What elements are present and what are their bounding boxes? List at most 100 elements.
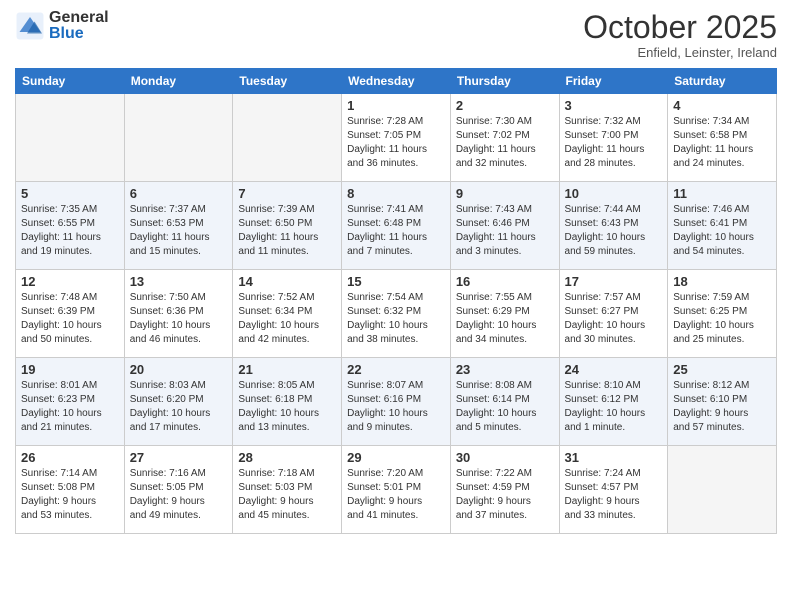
day-info: Sunrise: 8:03 AMSunset: 6:20 PMDaylight:… bbox=[130, 379, 228, 435]
table-row: 22 Sunrise: 8:07 AMSunset: 6:16 PMDayligh… bbox=[342, 358, 451, 446]
table-row: 1Sunrise: 7:28 AMSunset: 7:05 PMDaylight… bbox=[342, 94, 451, 182]
day-info: Sunrise: 8:10 AMSunset: 6:12 PMDaylight:… bbox=[565, 379, 663, 435]
day-info: Sunrise: 7:37 AMSunset: 6:53 PMDaylight:… bbox=[130, 203, 228, 259]
table-row: 24 Sunrise: 8:10 AMSunset: 6:12 PMDayligh… bbox=[559, 358, 668, 446]
day-number: 1 bbox=[347, 98, 445, 113]
day-info: Sunrise: 7:48 AMSunset: 6:39 PMDaylight:… bbox=[21, 291, 119, 347]
table-row: 31Sunrise: 7:24 AMSunset: 4:57 PMDayligh… bbox=[559, 446, 668, 534]
table-row: 17 Sunrise: 7:57 AMSunset: 6:27 PMDayligh… bbox=[559, 270, 668, 358]
table-row: 16Sunrise: 7:55 AMSunset: 6:29 PMDayligh… bbox=[450, 270, 559, 358]
day-info: Sunrise: 7:59 AMSunset: 6:25 PMDaylight:… bbox=[673, 291, 771, 347]
day-number: 19 bbox=[21, 362, 119, 377]
header-thursday: Thursday bbox=[450, 69, 559, 94]
table-row bbox=[233, 94, 342, 182]
location: Enfield, Leinster, Ireland bbox=[583, 45, 777, 60]
day-number: 24 bbox=[565, 362, 663, 377]
logo: General Blue bbox=[15, 10, 109, 42]
table-row: 30Sunrise: 7:22 AMSunset: 4:59 PMDayligh… bbox=[450, 446, 559, 534]
day-number: 2 bbox=[456, 98, 554, 113]
table-row bbox=[16, 94, 125, 182]
table-row: 8 Sunrise: 7:41 AMSunset: 6:48 PMDaylight… bbox=[342, 182, 451, 270]
day-info: Sunrise: 8:12 AMSunset: 6:10 PMDaylight:… bbox=[673, 379, 771, 435]
header-tuesday: Tuesday bbox=[233, 69, 342, 94]
day-number: 9 bbox=[456, 186, 554, 201]
day-info: Sunrise: 7:39 AMSunset: 6:50 PMDaylight:… bbox=[238, 203, 336, 259]
day-info: Sunrise: 7:55 AMSunset: 6:29 PMDaylight:… bbox=[456, 291, 554, 347]
month-title: October 2025 bbox=[583, 10, 777, 45]
header-wednesday: Wednesday bbox=[342, 69, 451, 94]
day-info: Sunrise: 7:20 AMSunset: 5:01 PMDaylight:… bbox=[347, 467, 445, 523]
day-info: Sunrise: 7:14 AMSunset: 5:08 PMDaylight:… bbox=[21, 467, 119, 523]
page: General Blue October 2025 Enfield, Leins… bbox=[0, 0, 792, 612]
day-number: 29 bbox=[347, 450, 445, 465]
table-row: 28 Sunrise: 7:18 AMSunset: 5:03 PMDayligh… bbox=[233, 446, 342, 534]
table-row: 20 Sunrise: 8:03 AMSunset: 6:20 PMDayligh… bbox=[124, 358, 233, 446]
header-friday: Friday bbox=[559, 69, 668, 94]
day-info: Sunrise: 7:54 AMSunset: 6:32 PMDaylight:… bbox=[347, 291, 445, 347]
table-row: 21Sunrise: 8:05 AMSunset: 6:18 PMDayligh… bbox=[233, 358, 342, 446]
day-number: 12 bbox=[21, 274, 119, 289]
day-info: Sunrise: 7:52 AMSunset: 6:34 PMDaylight:… bbox=[238, 291, 336, 347]
day-info: Sunrise: 7:41 AMSunset: 6:48 PMDaylight:… bbox=[347, 203, 445, 259]
day-number: 20 bbox=[130, 362, 228, 377]
calendar-week-row: 5 Sunrise: 7:35 AMSunset: 6:55 PMDaylight… bbox=[16, 182, 777, 270]
day-info: Sunrise: 7:32 AMSunset: 7:00 PMDaylight:… bbox=[565, 115, 663, 171]
day-info: Sunrise: 7:50 AMSunset: 6:36 PMDaylight:… bbox=[130, 291, 228, 347]
day-number: 25 bbox=[673, 362, 771, 377]
day-number: 10 bbox=[565, 186, 663, 201]
day-number: 4 bbox=[673, 98, 771, 113]
table-row: 27Sunrise: 7:16 AMSunset: 5:05 PMDayligh… bbox=[124, 446, 233, 534]
table-row: 26 Sunrise: 7:14 AMSunset: 5:08 PMDayligh… bbox=[16, 446, 125, 534]
day-info: Sunrise: 7:43 AMSunset: 6:46 PMDaylight:… bbox=[456, 203, 554, 259]
day-number: 11 bbox=[673, 186, 771, 201]
table-row: 2 Sunrise: 7:30 AMSunset: 7:02 PMDaylight… bbox=[450, 94, 559, 182]
table-row: 13 Sunrise: 7:50 AMSunset: 6:36 PMDayligh… bbox=[124, 270, 233, 358]
logo-general-text: General bbox=[49, 10, 109, 26]
calendar-week-row: 1Sunrise: 7:28 AMSunset: 7:05 PMDaylight… bbox=[16, 94, 777, 182]
day-number: 27 bbox=[130, 450, 228, 465]
logo-text: General Blue bbox=[49, 10, 109, 42]
header-saturday: Saturday bbox=[668, 69, 777, 94]
day-number: 17 bbox=[565, 274, 663, 289]
day-info: Sunrise: 7:57 AMSunset: 6:27 PMDaylight:… bbox=[565, 291, 663, 347]
table-row: 9 Sunrise: 7:43 AMSunset: 6:46 PMDaylight… bbox=[450, 182, 559, 270]
day-number: 3 bbox=[565, 98, 663, 113]
day-info: Sunrise: 8:05 AMSunset: 6:18 PMDaylight:… bbox=[238, 379, 336, 435]
day-info: Sunrise: 8:07 AMSunset: 6:16 PMDaylight:… bbox=[347, 379, 445, 435]
title-section: October 2025 Enfield, Leinster, Ireland bbox=[583, 10, 777, 60]
day-info: Sunrise: 8:08 AMSunset: 6:14 PMDaylight:… bbox=[456, 379, 554, 435]
calendar: Sunday Monday Tuesday Wednesday Thursday… bbox=[15, 68, 777, 534]
day-number: 5 bbox=[21, 186, 119, 201]
table-row: 14 Sunrise: 7:52 AMSunset: 6:34 PMDayligh… bbox=[233, 270, 342, 358]
day-number: 15 bbox=[347, 274, 445, 289]
day-number: 22 bbox=[347, 362, 445, 377]
header: General Blue October 2025 Enfield, Leins… bbox=[15, 10, 777, 60]
day-info: Sunrise: 7:34 AMSunset: 6:58 PMDaylight:… bbox=[673, 115, 771, 171]
table-row: 25 Sunrise: 8:12 AMSunset: 6:10 PMDayligh… bbox=[668, 358, 777, 446]
table-row bbox=[668, 446, 777, 534]
day-info: Sunrise: 8:01 AMSunset: 6:23 PMDaylight:… bbox=[21, 379, 119, 435]
day-number: 28 bbox=[238, 450, 336, 465]
table-row: 15 Sunrise: 7:54 AMSunset: 6:32 PMDayligh… bbox=[342, 270, 451, 358]
day-number: 7 bbox=[238, 186, 336, 201]
day-info: Sunrise: 7:18 AMSunset: 5:03 PMDaylight:… bbox=[238, 467, 336, 523]
table-row: 6Sunrise: 7:37 AMSunset: 6:53 PMDaylight… bbox=[124, 182, 233, 270]
day-number: 8 bbox=[347, 186, 445, 201]
calendar-header-row: Sunday Monday Tuesday Wednesday Thursday… bbox=[16, 69, 777, 94]
logo-blue-text: Blue bbox=[49, 26, 109, 42]
table-row: 18Sunrise: 7:59 AMSunset: 6:25 PMDayligh… bbox=[668, 270, 777, 358]
table-row: 11 Sunrise: 7:46 AMSunset: 6:41 PMDayligh… bbox=[668, 182, 777, 270]
day-info: Sunrise: 7:30 AMSunset: 7:02 PMDaylight:… bbox=[456, 115, 554, 171]
day-info: Sunrise: 7:44 AMSunset: 6:43 PMDaylight:… bbox=[565, 203, 663, 259]
day-info: Sunrise: 7:46 AMSunset: 6:41 PMDaylight:… bbox=[673, 203, 771, 259]
day-number: 14 bbox=[238, 274, 336, 289]
day-number: 23 bbox=[456, 362, 554, 377]
table-row: 3 Sunrise: 7:32 AMSunset: 7:00 PMDaylight… bbox=[559, 94, 668, 182]
table-row: 7 Sunrise: 7:39 AMSunset: 6:50 PMDaylight… bbox=[233, 182, 342, 270]
table-row: 19 Sunrise: 8:01 AMSunset: 6:23 PMDayligh… bbox=[16, 358, 125, 446]
day-number: 26 bbox=[21, 450, 119, 465]
day-info: Sunrise: 7:35 AMSunset: 6:55 PMDaylight:… bbox=[21, 203, 119, 259]
day-number: 13 bbox=[130, 274, 228, 289]
calendar-week-row: 26 Sunrise: 7:14 AMSunset: 5:08 PMDayligh… bbox=[16, 446, 777, 534]
day-info: Sunrise: 7:22 AMSunset: 4:59 PMDaylight:… bbox=[456, 467, 554, 523]
